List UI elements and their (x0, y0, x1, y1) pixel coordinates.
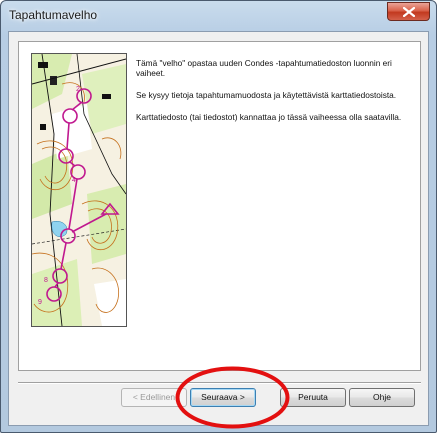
intro-paragraph-1: Tämä "velho" opastaa uuden Condes -tapah… (136, 58, 392, 78)
back-button[interactable]: < Edellinen (121, 388, 187, 407)
content-panel: 2 4 8 9 Tämä "velho" opastaa uuden Conde… (18, 41, 421, 371)
svg-text:2: 2 (76, 86, 80, 93)
intro-paragraph-2: Se kysyy tietoja tapahtumamuodosta ja kä… (136, 90, 397, 100)
svg-text:8: 8 (44, 277, 48, 284)
window-title: Tapahtumavelho (9, 8, 98, 22)
svg-text:9: 9 (38, 299, 42, 306)
orienteering-map-image: 2 4 8 9 (31, 53, 127, 327)
wizard-window: Tapahtumavelho 2 4 8 9 Tämä "velho" opas… (0, 0, 437, 433)
help-button[interactable]: Ohje (349, 388, 415, 407)
dialog-body: 2 4 8 9 Tämä "velho" opastaa uuden Conde… (8, 31, 429, 426)
title-bar[interactable]: Tapahtumavelho (1, 1, 436, 31)
button-separator (18, 382, 421, 384)
intro-paragraph-3: Karttatiedosto (tai tiedostot) kannattaa… (136, 112, 402, 122)
intro-text: Tämä "velho" opastaa uuden Condes -tapah… (136, 58, 406, 134)
svg-text:4: 4 (72, 177, 76, 184)
close-icon (403, 7, 415, 17)
close-button[interactable] (387, 2, 430, 21)
cancel-button[interactable]: Peruuta (280, 388, 346, 407)
next-button[interactable]: Seuraava > (190, 388, 256, 407)
